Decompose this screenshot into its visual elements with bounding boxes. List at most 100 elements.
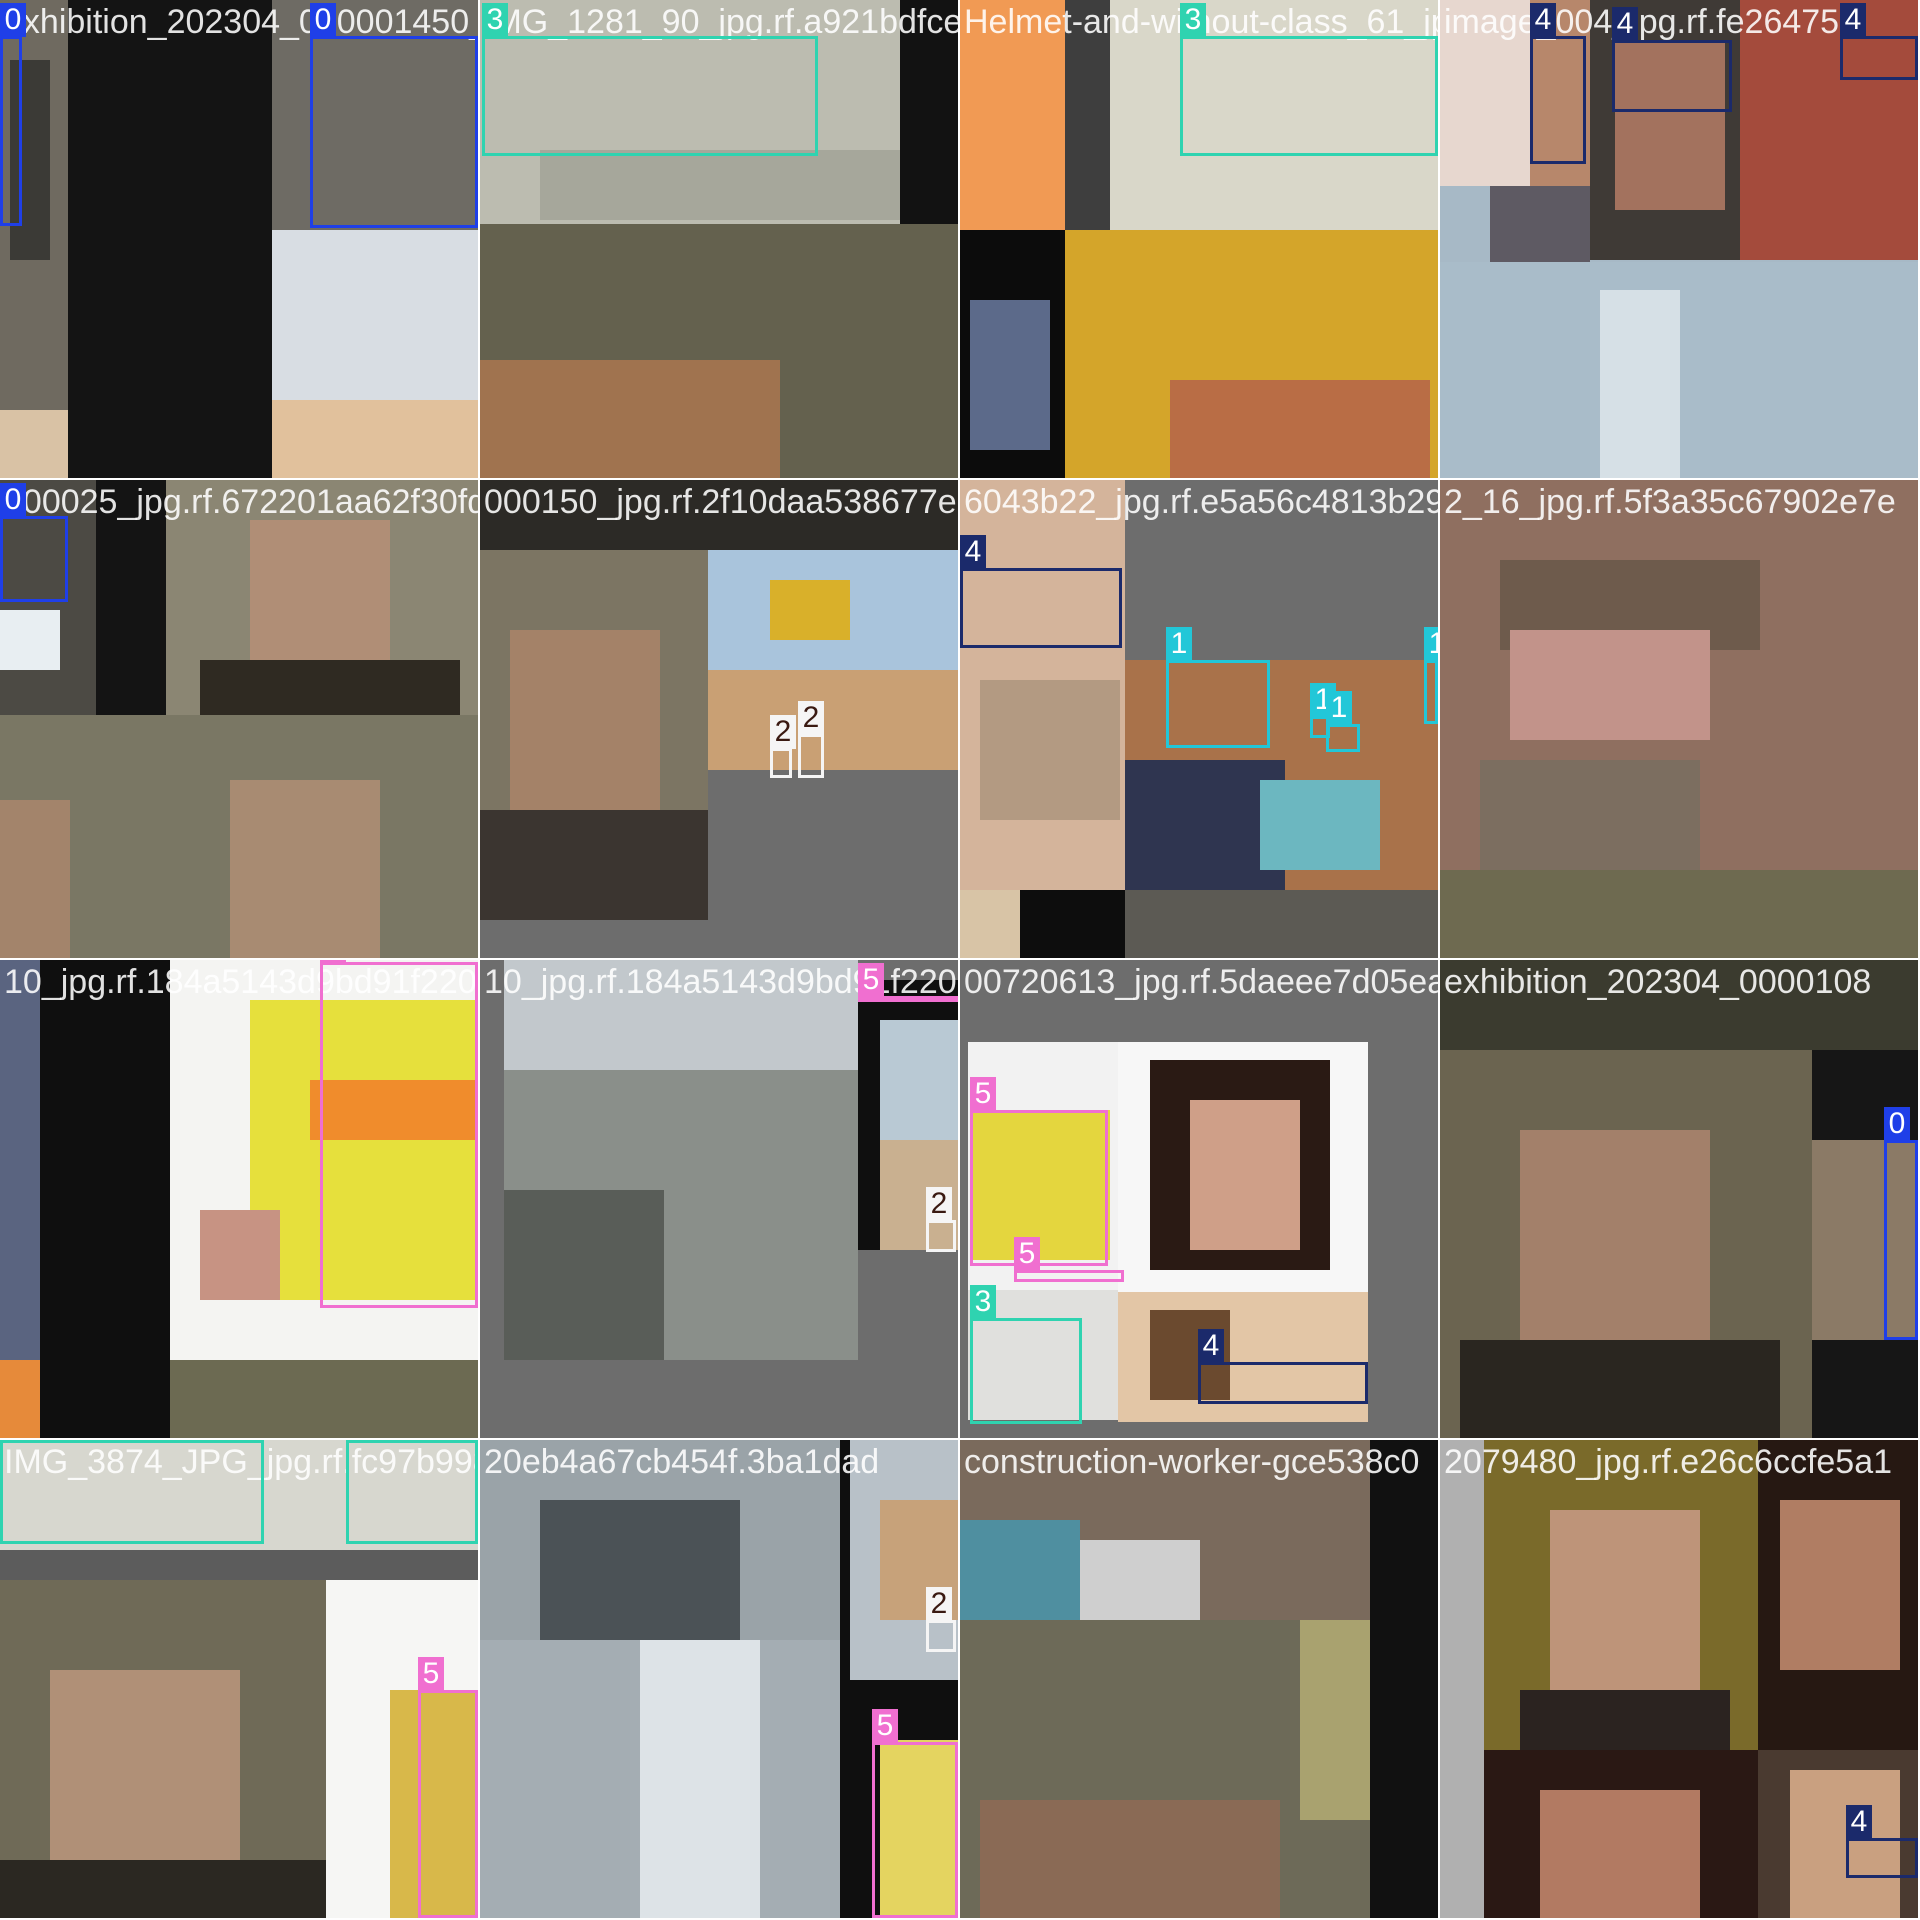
bounding-box-class-0: 0 [1884,1107,1918,1340]
bounding-box-label: 4 [1530,3,1556,37]
mosaic-tile: 000150_jpg.rf.2f10daa538677e6043b22_jpg.… [480,480,958,958]
image-region [880,1020,958,1140]
bounding-box-class-1: 1 [1166,627,1270,748]
mosaic-tile: 2079480_jpg.rf.e26c6ccfe5a1 4 [1440,1440,1918,1918]
bounding-box-class-1: 1 [1424,627,1438,724]
bounding-box-label: 5 [1014,1237,1040,1271]
image-region [1080,1540,1200,1620]
image-region [0,410,68,478]
image-region [1440,960,1918,1050]
bounding-box-label: 0 [0,3,26,37]
image-region [510,630,660,820]
bounding-box-class-2: 2 [770,715,796,778]
image-region [970,300,1050,450]
mosaic-tile: IMG_1281_90_jpg.rf.a921bdfced0df72eb4a92… [480,0,958,478]
image-region [1190,1100,1300,1250]
image-region [1460,1340,1780,1438]
image-region [1600,290,1680,478]
bounding-box-label: 5 [858,963,884,997]
image-region [1520,1690,1730,1750]
image-region [0,800,70,958]
bounding-box-class-5: 5 [858,963,958,1002]
image-region [1440,870,1918,958]
image-region [200,660,460,715]
image-region [980,680,1120,820]
bounding-box-label: 3 [970,1285,996,1319]
bounding-box-label: 4 [1612,7,1638,41]
bounding-box-label: 2 [926,1187,952,1221]
mosaic-tile: construction-worker-gce538c0 [960,1440,1438,1918]
image-region [770,580,850,640]
bounding-box-label: 3 [482,3,508,37]
image-region [960,890,1020,958]
image-region [0,1860,326,1918]
mosaic-tile: 20eb4a67cb454f.3ba1dad 2 5 [480,1440,958,1918]
mosaic-tile: 6043b22_jpg.rf.e5a56c4813b29 4 1 1 1 1 [960,480,1438,958]
bounding-box-class-3: 3 [482,3,818,156]
bounding-box-class-3: 3 [970,1285,1082,1424]
bounding-box-label: 3 [1180,3,1206,37]
bounding-box-label: 2 [798,701,824,735]
bounding-box-label: 5 [320,960,346,963]
image-region [1260,780,1380,870]
mosaic-tile: 10_jpg.rf.184a5143d9bd91f220d4b4fc57a4c9… [480,960,958,1438]
bounding-box-class-4: 4 [1840,3,1918,80]
bounding-box-class-3: 3 [0,1440,264,1544]
bounding-box-label: 1 [1166,627,1192,661]
image-region [1490,186,1590,262]
image-region [96,480,166,715]
mosaic-grid: exhibition_202304_000001450_jpg.rf.00IMG… [0,0,1920,1920]
mosaic-tile: exhibition_202304_000001450_jpg.rf.00 [0,0,478,478]
image-region [1520,1130,1710,1340]
image-region [540,150,900,220]
bounding-box-class-4: 4 [1198,1329,1368,1404]
bounding-box-label: 1 [1424,627,1438,661]
image-region [504,960,858,1070]
image-region [480,360,780,478]
image-region [708,670,958,770]
bounding-box-class-3: 3 [346,1440,478,1544]
bounding-box-class-5: 5 [1014,1237,1124,1282]
bounding-box-class-5: 5 [872,1709,958,1918]
image-region [272,400,478,478]
image-region [1440,1440,1484,1918]
bounding-box-class-2: 2 [926,1187,956,1252]
image-region [1170,380,1430,478]
image-region [272,230,478,400]
bounding-box-class-5: 5 [320,960,478,1308]
bounding-box-label: 4 [1198,1329,1224,1363]
bounding-box-label: 4 [1846,1805,1872,1839]
mosaic-tile: exhibition_202304_0000108 0 [1440,960,1918,1438]
bounding-box-label: 3 [346,1440,372,1441]
bounding-box-class-1: 1 [1326,691,1360,752]
image-region [540,1500,740,1640]
image-region [1540,1790,1700,1918]
image-region [68,0,272,478]
bounding-box-class-0: 0 [310,3,478,228]
mosaic-tile: image_004_jpg.rf.fe26475 4 4 4 [1440,0,1918,478]
bounding-box-label: 2 [770,715,796,749]
mosaic-tile: Helmet-and-without-class_61_jpg.rf.91e8f… [960,0,1438,478]
bounding-box-label: 4 [1840,3,1866,37]
image-region [960,0,1065,230]
image-region [1370,1440,1438,1918]
bounding-box-label: 0 [0,483,26,517]
image-region [0,1550,478,1580]
image-region [0,1360,40,1438]
bounding-box-class-4: 4 [1612,7,1732,112]
bounding-box-class-3: 3 [1180,3,1438,156]
image-region [50,1670,240,1860]
mosaic-tile: IMG_3874_JPG_jpg.rf.fc97b998894a6335 [0,1440,478,1918]
image-region [708,770,958,958]
image-region [1480,760,1700,870]
image-region [170,1360,478,1438]
image-region [480,810,708,920]
bounding-box-class-0: 0 [0,483,68,602]
mosaic-tile: 000025_jpg.rf.672201aa62f30fd50120e6e2fd… [0,480,478,958]
bounding-box-label: 2 [926,1587,952,1621]
image-region [200,1210,280,1300]
image-region [480,480,958,550]
image-region [640,1640,760,1918]
image-region [1780,1500,1900,1670]
bounding-box-label: 0 [310,3,336,37]
